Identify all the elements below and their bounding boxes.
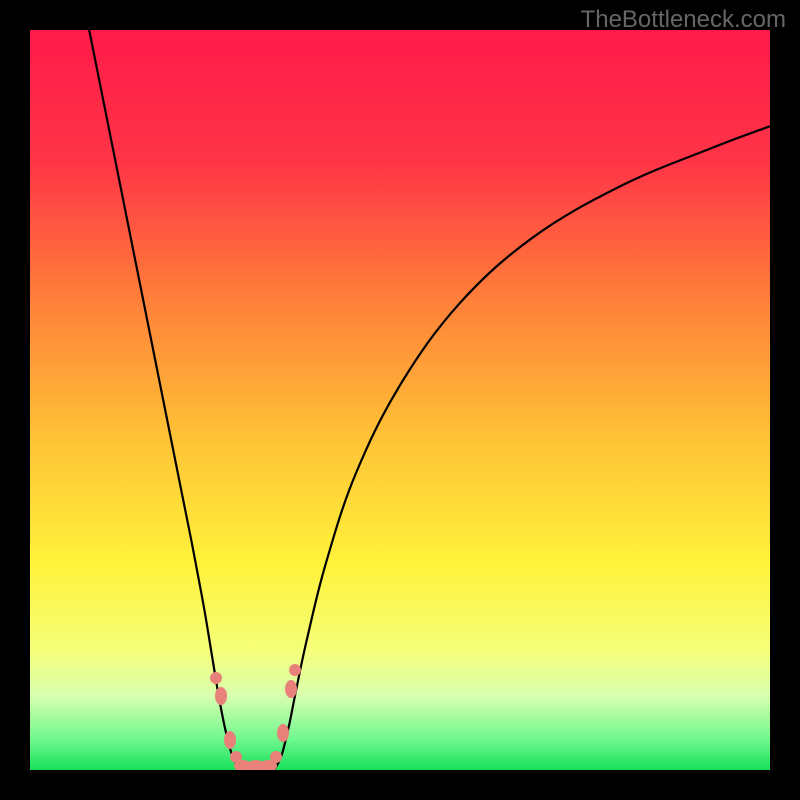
data-marker [215, 687, 227, 705]
chart-container: TheBottleneck.com [0, 0, 800, 800]
data-marker [277, 724, 289, 742]
data-marker [224, 731, 236, 749]
curve-layer [30, 30, 770, 770]
data-marker [210, 672, 222, 684]
data-marker [285, 680, 297, 698]
data-marker [270, 751, 282, 763]
curve-right-arm [274, 126, 770, 770]
attribution-label: TheBottleneck.com [581, 6, 786, 34]
plot-area [30, 30, 770, 770]
data-marker [289, 664, 301, 676]
curve-left-arm [89, 30, 241, 770]
